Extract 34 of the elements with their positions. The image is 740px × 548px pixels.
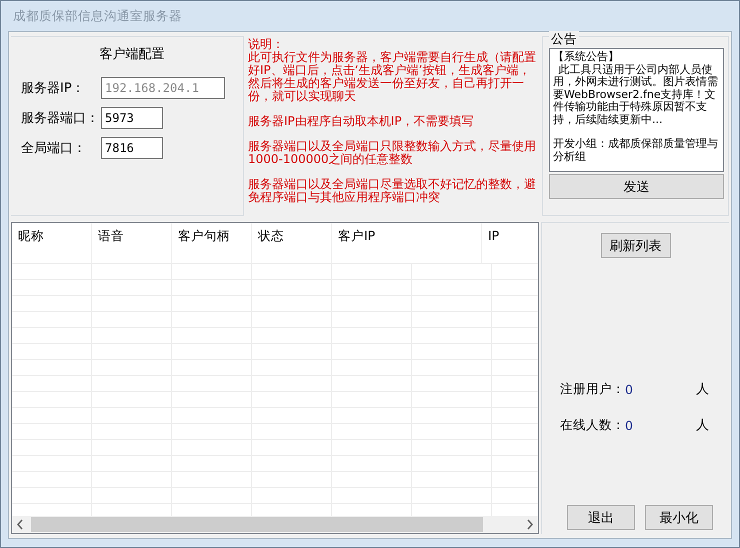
announcement-title: 公告 — [549, 31, 579, 48]
config-title: 客户端配置 — [98, 46, 166, 63]
window-title: 成都质保部信息沟通室服务器 — [12, 7, 183, 25]
stat-label: 注册用户： — [560, 380, 625, 398]
announcement-box[interactable]: 【系统公告】 此工具只适用于公司内部人员使用，外网未进行测试。图片表情需要WebBrowser2.fne支持库！文件传输功能由于特殊原因暂不支持，后续陆续更新中... 开发小组：成都质保部质量管理与分析组 — [549, 48, 724, 172]
notes-paragraph: 服务器IP由程序自动取本机IP，不需要填写 — [248, 115, 475, 128]
notes-paragraph: 此可执行文件为服务器，客户端需要自行生成（请配置好IP、端口后，点击‘生成客户端’按钮，生成客户端，然后将生成的客户端发送一份至好友，自己再打开一份，就可以实现聊天 — [248, 51, 537, 103]
stat-label: 在线人数： — [560, 416, 625, 434]
stat-value: 0 — [625, 418, 634, 432]
announcement-body: 此工具只适用于公司内部人员使用，外网未进行测试。图片表情需要WebBrowser2.fne支持库！文件传输功能由于特殊原因暂不支持，后续陆续更新中... — [553, 64, 719, 126]
refresh-button[interactable]: 刷新列表 — [600, 233, 670, 258]
input-field[interactable]: 5973 — [101, 107, 163, 129]
column-header[interactable]: 客户句柄 — [172, 223, 252, 263]
send-button[interactable]: 发送 — [549, 174, 724, 199]
column-header[interactable]: 状态 — [252, 223, 332, 263]
notes-paragraph: 服务器端口以及全局端口尽量选取不好记忆的整数，避免程序端口与其他应用程序端口冲突 — [248, 178, 537, 204]
input-field[interactable]: 7816 — [101, 137, 163, 159]
column-header[interactable]: 语音 — [92, 223, 172, 263]
scrollbar-thumb[interactable] — [31, 517, 483, 532]
window-button[interactable]: 退出 — [567, 505, 635, 530]
notes-paragraph: 服务器端口以及全局端口只限整数输入方式，尽量使用1000-100000之间的任意整数 — [248, 140, 537, 166]
column-header[interactable]: 客户IP — [332, 223, 482, 263]
notes-heading: 说明： — [248, 38, 285, 51]
column-header[interactable]: IP — [482, 223, 538, 263]
stat-unit: 人 — [696, 381, 709, 398]
column-header[interactable]: 昵称 — [12, 223, 92, 263]
field-label: 服务器端口： — [21, 110, 100, 127]
window-button[interactable]: 最小化 — [645, 505, 713, 530]
stat-value: 0 — [625, 382, 634, 396]
stat-unit: 人 — [696, 417, 709, 434]
announcement-header: 【系统公告】 — [553, 51, 620, 64]
announcement-footer: 开发小组：成都质保部质量管理与分析组 — [553, 138, 720, 163]
field-label: 全局端口： — [21, 140, 87, 157]
field-label: 服务器IP： — [21, 80, 86, 97]
